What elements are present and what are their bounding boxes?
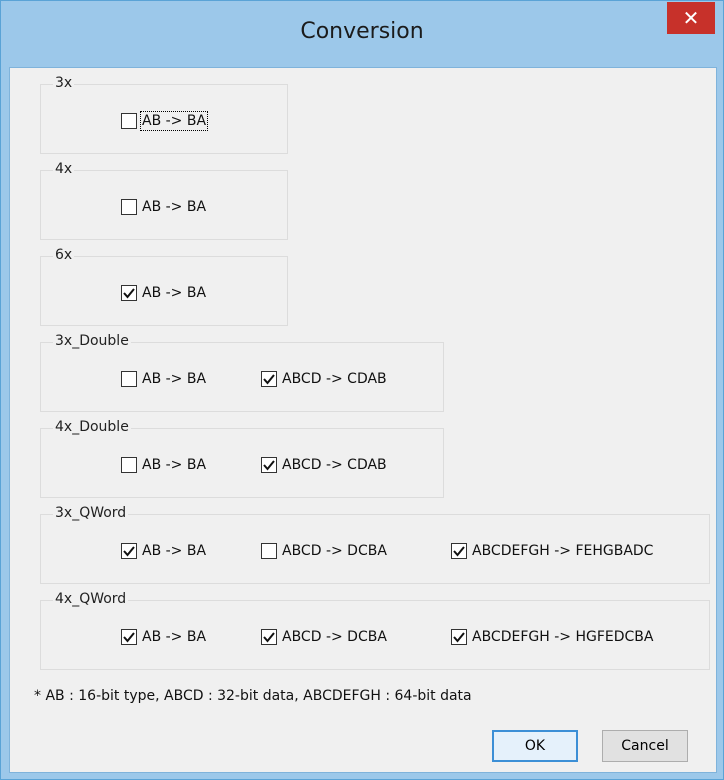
checkbox-label: ABCD -> CDAB [282,457,387,473]
checkbox-label: ABCDEFGH -> HGFEDCBA [472,629,654,645]
checkbox-box[interactable] [261,629,277,645]
checkbox-box[interactable] [121,199,137,215]
checkbox-label: AB -> BA [142,543,207,559]
group-label: 3x_QWord [53,505,129,521]
checkbox-label: ABCD -> CDAB [282,371,387,387]
checkbox-label: ABCD -> DCBA [282,629,387,645]
checkbox-label: AB -> BA [142,371,207,387]
dialog-title: Conversion [300,19,424,44]
checkbox-label: ABCD -> DCBA [282,543,387,559]
group-3x: 3x AB -> BA [40,75,288,154]
checkbox-box[interactable] [121,371,137,387]
check-icon [263,632,275,643]
group-label: 4x_Double [53,419,131,435]
close-icon: ✕ [682,6,700,30]
checkbox-label: ABCDEFGH -> FEHGBADC [472,543,654,559]
checkbox-label: AB -> BA [142,199,207,215]
close-button[interactable]: ✕ [667,2,715,34]
checkbox-box[interactable] [451,543,467,559]
checkbox-box[interactable] [121,629,137,645]
checkbox-box[interactable] [451,629,467,645]
check-icon [263,374,275,385]
check-icon [123,288,135,299]
check-icon [123,632,135,643]
group-6x: 6x AB -> BA [40,247,288,326]
group-label: 4x [53,161,75,177]
checkbox-4x-double-ab-ba[interactable]: AB -> BA [121,457,206,473]
check-icon [263,460,275,471]
group-3x-double: 3x_Double AB -> BA ABCD -> CDAB [40,333,444,412]
check-icon [453,632,465,643]
checkbox-box[interactable] [121,457,137,473]
checkbox-3x-qword-abcd-dcba[interactable]: ABCD -> DCBA [261,543,387,559]
group-label: 6x [53,247,75,263]
check-icon [123,546,135,557]
footnote: * AB : 16-bit type, ABCD : 32-bit data, … [34,688,472,704]
checkbox-box[interactable] [261,457,277,473]
group-4x-qword: 4x_QWord AB -> BA ABCD -> DCBA ABCDEFGH … [40,591,710,670]
checkbox-label: AB -> BA [142,457,207,473]
checkbox-3x-qword-abcdefgh-fehgbadc[interactable]: ABCDEFGH -> FEHGBADC [451,543,653,559]
check-icon [453,546,465,557]
checkbox-4x-double-abcd-cdab[interactable]: ABCD -> CDAB [261,457,387,473]
group-4x: 4x AB -> BA [40,161,288,240]
checkbox-4x-qword-abcd-dcba[interactable]: ABCD -> DCBA [261,629,387,645]
checkbox-box[interactable] [121,543,137,559]
ok-button[interactable]: OK [492,730,578,762]
checkbox-3x-qword-ab-ba[interactable]: AB -> BA [121,543,206,559]
checkbox-4x-ab-ba[interactable]: AB -> BA [121,199,206,215]
checkbox-label: AB -> BA [142,629,207,645]
checkbox-label: AB -> BA [142,285,207,301]
group-4x-double: 4x_Double AB -> BA ABCD -> CDAB [40,419,444,498]
group-label: 3x_Double [53,333,131,349]
title-bar[interactable]: Conversion ✕ [1,1,723,67]
group-3x-qword: 3x_QWord AB -> BA ABCD -> DCBA ABCDEFGH … [40,505,710,584]
checkbox-4x-qword-abcdefgh-hgfedcba[interactable]: ABCDEFGH -> HGFEDCBA [451,629,653,645]
checkbox-3x-double-ab-ba[interactable]: AB -> BA [121,371,206,387]
checkbox-4x-qword-ab-ba[interactable]: AB -> BA [121,629,206,645]
dialog-body: 3x AB -> BA 4x AB -> BA 6x AB -> BA 3x_D… [9,67,717,773]
checkbox-box[interactable] [261,371,277,387]
group-label: 3x [53,75,75,91]
conversion-dialog: Conversion ✕ 3x AB -> BA 4x AB -> BA 6x [0,0,724,780]
checkbox-6x-ab-ba[interactable]: AB -> BA [121,285,206,301]
checkbox-3x-ab-ba[interactable]: AB -> BA [121,111,209,131]
checkbox-label: AB -> BA [139,111,209,131]
checkbox-3x-double-abcd-cdab[interactable]: ABCD -> CDAB [261,371,387,387]
checkbox-box[interactable] [261,543,277,559]
group-label: 4x_QWord [53,591,129,607]
checkbox-box[interactable] [121,285,137,301]
cancel-button[interactable]: Cancel [602,730,688,762]
checkbox-box[interactable] [121,113,137,129]
